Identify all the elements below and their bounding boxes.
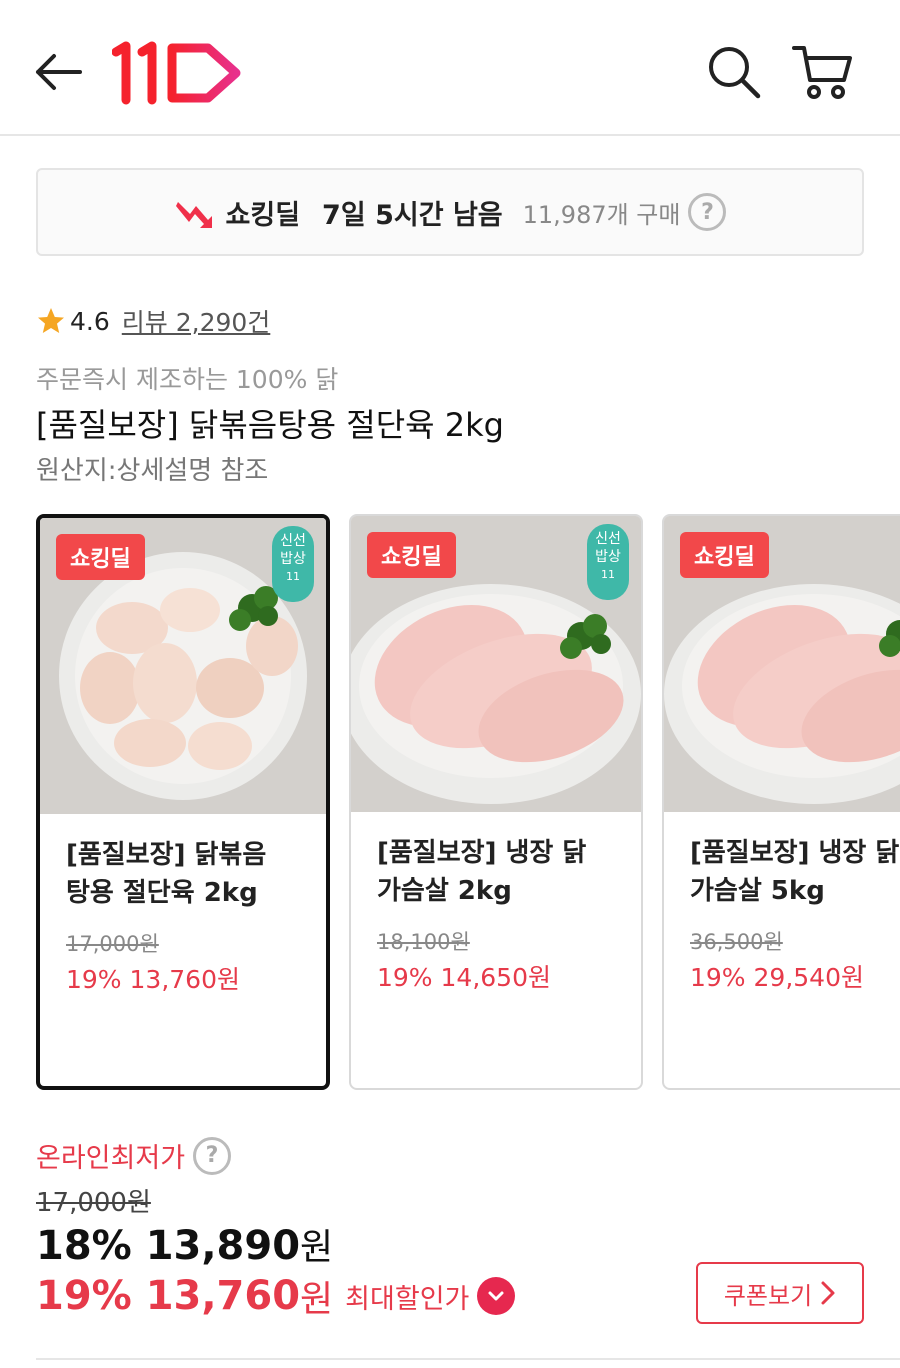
fresh-badge-line: 밥상 (280, 551, 306, 567)
option-name-line: [품질보장] 냉장 닭 (690, 838, 900, 868)
option-card[interactable]: 쇼킹딜 신선 밥상 11 [품질보장] 닭볶음 탕용 절단육 2kg 17,00… (36, 514, 330, 1090)
11st-logo[interactable] (111, 40, 244, 106)
sale-amount: 13,890 (145, 1223, 301, 1269)
option-name: [품질보장] 냉장 닭 가슴살 5kg (690, 834, 900, 910)
search-button[interactable] (704, 42, 764, 102)
option-name-line: [품질보장] 냉장 닭 (377, 838, 587, 868)
help-icon[interactable]: ? (688, 193, 727, 231)
chevron-right-icon (821, 1281, 835, 1305)
fresh-badge-line: 밥상 (595, 549, 621, 565)
option-carousel[interactable]: 쇼킹딜 신선 밥상 11 [품질보장] 닭볶음 탕용 절단육 2kg 17,00… (36, 514, 900, 1094)
option-original-price: 17,000원 (66, 932, 159, 956)
shocking-deal-badge: 쇼킹딜 (680, 532, 769, 578)
back-arrow-icon (36, 54, 82, 90)
product-origin: 원산지:상세설명 참조 (36, 456, 269, 486)
deal-time-left: 7일 5시간 남음 (322, 199, 503, 231)
fresh-badge-line: 11 (286, 570, 300, 583)
max-percent: 19% (36, 1273, 132, 1319)
star-icon (38, 308, 64, 333)
option-card[interactable]: 쇼킹딜 [품질보장] 냉장 닭 가슴살 5kg 36,500원 19% 29,5… (662, 514, 900, 1090)
cart-icon (792, 46, 852, 99)
option-original-price: 18,100원 (377, 930, 470, 954)
option-name-line: 탕용 절단육 2kg (66, 878, 258, 908)
purchase-count: 11,987개 구매 (522, 200, 681, 229)
shocking-deal-icon (175, 202, 212, 228)
shocking-deal-badge: 쇼킹딜 (367, 532, 456, 578)
shocking-deal-banner[interactable]: 쇼킹딜 7일 5시간 남음 11,987개 구매 ? (36, 168, 864, 256)
max-discount-label: 최대할인가 (345, 1283, 470, 1315)
fresh-badge-line: 11 (601, 568, 615, 581)
view-coupon-button[interactable]: 쿠폰보기 (696, 1262, 864, 1324)
top-app-bar (0, 0, 900, 136)
currency-unit: 원 (300, 1279, 334, 1320)
option-name-line: 가슴살 5kg (690, 876, 825, 906)
coupon-button-label: 쿠폰보기 (723, 1281, 813, 1310)
rating-row: 4.6 리뷰 2,290건 (36, 302, 270, 340)
review-link[interactable]: 리뷰 2,290건 (122, 303, 271, 339)
fresh-badge-line: 신선 (280, 533, 306, 549)
max-amount: 13,760 (145, 1273, 301, 1319)
help-icon[interactable]: ? (193, 1136, 232, 1175)
lowest-price-label: 온라인최저가 ? (36, 1136, 232, 1175)
option-discount-price: 19% 29,540원 (690, 963, 864, 992)
lowest-price-text: 온라인최저가 (36, 1143, 186, 1174)
currency-unit: 원 (300, 1227, 334, 1268)
fresh-badge-line: 신선 (595, 531, 621, 547)
shocking-deal-badge: 쇼킹딜 (56, 534, 145, 580)
deal-title: 쇼킹딜 (225, 199, 301, 231)
option-original-price: 36,500원 (690, 930, 783, 954)
option-discount-price: 19% 14,650원 (377, 963, 551, 992)
rating-value: 4.6 (70, 306, 110, 336)
sale-price: 18% 13,890원 (36, 1218, 333, 1270)
option-name-line: [품질보장] 닭볶음 (66, 840, 267, 870)
option-name: [품질보장] 냉장 닭 가슴살 2kg (377, 834, 627, 910)
original-price: 17,000원 (36, 1188, 151, 1218)
option-name: [품질보장] 닭볶음 탕용 절단육 2kg (66, 836, 316, 912)
fresh-table-badge: 신선 밥상 11 (272, 526, 314, 602)
option-discount-price: 19% 13,760원 (66, 965, 240, 994)
divider (36, 1358, 900, 1360)
product-subtitle: 주문즉시 제조하는 100% 닭 (36, 365, 339, 394)
expand-chevron-icon[interactable] (477, 1277, 516, 1315)
option-name-line: 가슴살 2kg (377, 876, 512, 906)
search-icon (709, 47, 761, 99)
option-card[interactable]: 쇼킹딜 신선 밥상 11 [품질보장] 냉장 닭 가슴살 2kg 18,100원… (349, 514, 643, 1090)
sale-percent: 18% (36, 1223, 132, 1269)
back-button[interactable] (28, 44, 88, 100)
fresh-table-badge: 신선 밥상 11 (587, 524, 629, 600)
max-discount-price: 19% 13,760 원 최대할인가 (36, 1270, 516, 1322)
product-title: [품질보장] 닭볶음탕용 절단육 2kg (36, 406, 504, 444)
cart-button[interactable] (790, 40, 856, 106)
